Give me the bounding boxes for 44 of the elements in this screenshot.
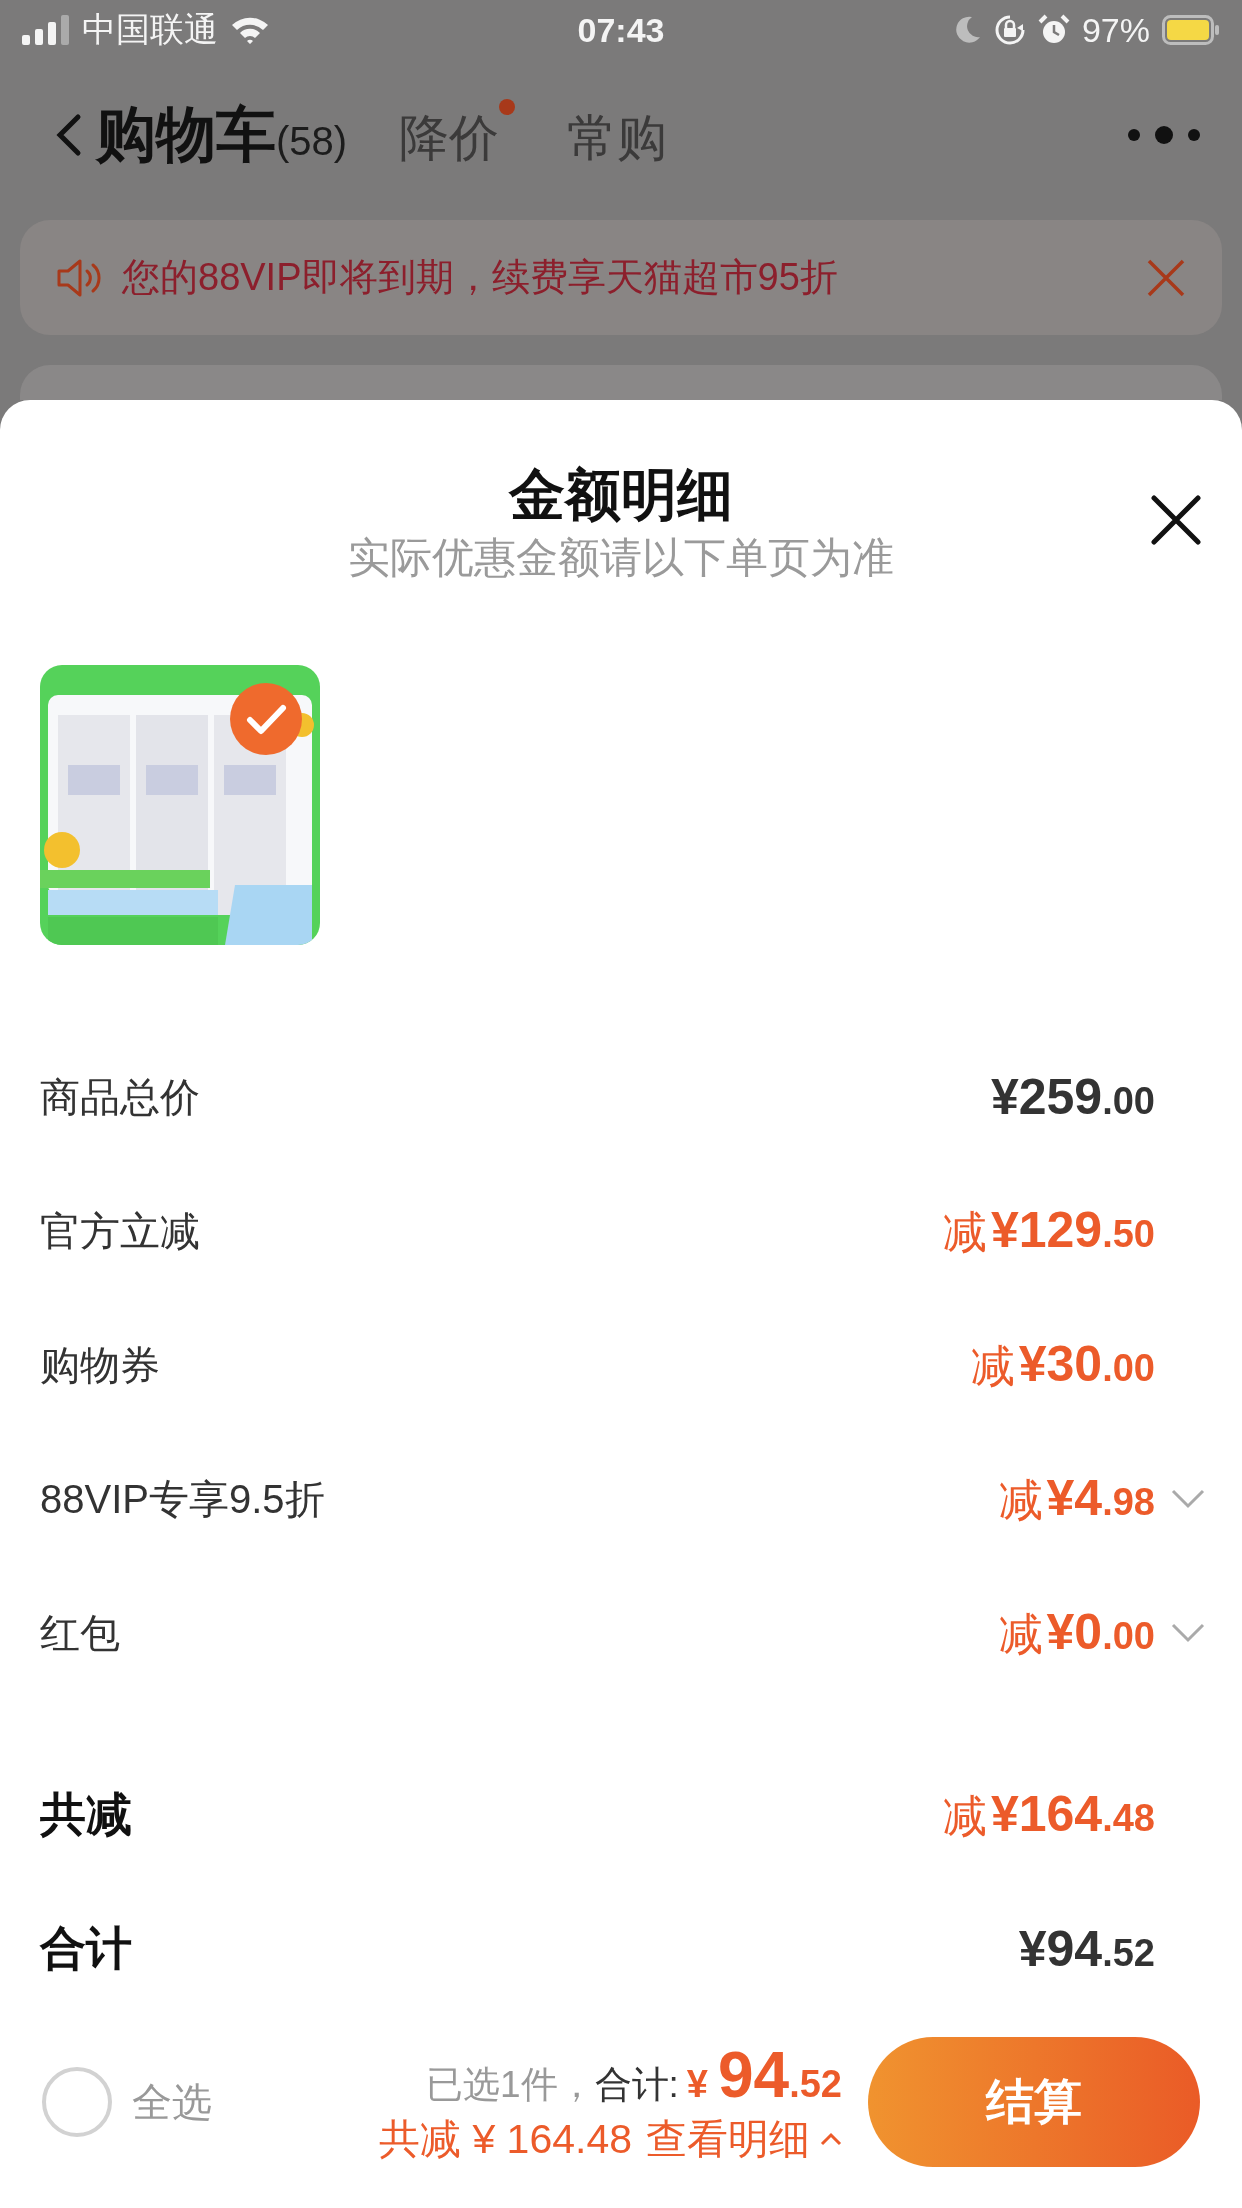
sheet-subtitle: 实际优惠金额请以下单页为准 <box>348 533 894 583</box>
close-button[interactable] <box>1150 494 1202 546</box>
row-label: 合计 <box>40 1921 133 1976</box>
amount-text: 减¥0.00 <box>998 1602 1155 1662</box>
row-label: 商品总价 <box>40 1073 201 1121</box>
back-icon[interactable] <box>56 113 82 157</box>
chevron-down-icon[interactable] <box>1171 1623 1205 1643</box>
row-label: 购物券 <box>40 1341 161 1389</box>
amount-text: ¥94.52 <box>1018 1920 1155 1978</box>
row-label: 官方立减 <box>40 1207 201 1255</box>
alarm-icon <box>1037 14 1070 46</box>
checkout-button[interactable]: 结算 <box>868 2037 1200 2167</box>
row-label: 红包 <box>40 1609 121 1657</box>
checkmark-icon[interactable] <box>230 683 302 755</box>
tab[interactable]: 降价 <box>399 94 516 172</box>
tab[interactable]: 常购 <box>567 104 668 172</box>
moon-icon <box>953 15 982 45</box>
more-icon[interactable] <box>1126 125 1202 145</box>
total-price: ¥94.52 <box>686 2037 842 2112</box>
tab[interactable]: 购物车(58) <box>96 94 348 176</box>
saved-amount: 共减 ¥ 164.48 <box>379 2114 632 2164</box>
selected-count: 已选1件， <box>426 2062 595 2107</box>
sheet-title: 金额明细 <box>509 462 733 528</box>
row-label: 共减 <box>40 1787 133 1842</box>
rotation-lock-icon <box>993 14 1026 46</box>
chevron-up-icon <box>820 2132 842 2146</box>
total-label: 合计: <box>594 2062 679 2107</box>
close-icon[interactable] <box>1146 257 1186 298</box>
detail-link[interactable]: 查看明细 <box>646 2111 842 2167</box>
status-time: 07:43 <box>577 10 665 50</box>
signal-icon <box>22 15 70 45</box>
battery-icon <box>1162 15 1220 45</box>
amount-text: 减¥129.50 <box>942 1200 1155 1260</box>
row-label: 88VIP专享9.5折 <box>40 1475 326 1523</box>
select-all-label: 全选 <box>132 2078 213 2126</box>
wifi-icon <box>230 15 270 45</box>
amount-text: 减¥30.00 <box>970 1334 1155 1394</box>
carrier-name: 中国联通 <box>82 9 218 50</box>
notice-text: 您的88VIP即将到期，续费享天猫超市95折 <box>122 255 839 300</box>
battery-percent: 97% <box>1081 10 1150 50</box>
amount-text: 减¥4.98 <box>998 1468 1155 1528</box>
chevron-down-icon[interactable] <box>1171 1489 1205 1509</box>
amount-text: ¥259.00 <box>990 1068 1155 1126</box>
amount-text: 减¥164.48 <box>942 1784 1155 1844</box>
